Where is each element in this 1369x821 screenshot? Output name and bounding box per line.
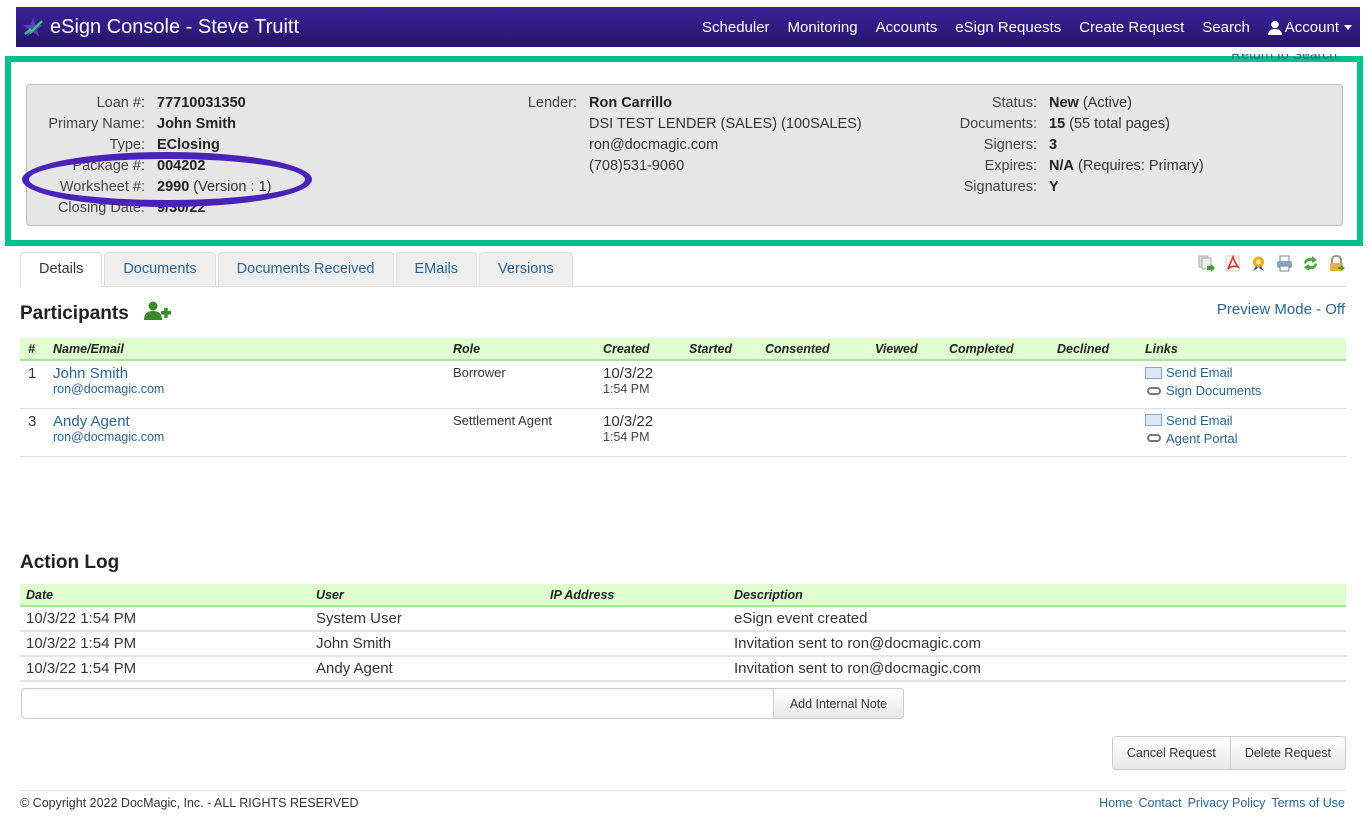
action-log-header-row: Date User IP Address Description (20, 584, 1346, 607)
info-row-status: Status: New (Active) (991, 95, 1132, 111)
sign-documents-link[interactable]: Sign Documents (1145, 383, 1338, 398)
caret-down-icon (1344, 24, 1352, 30)
cancel-request-button[interactable]: Cancel Request (1111, 736, 1231, 770)
participant-role: Borrower (445, 360, 595, 409)
print-icon[interactable] (1276, 255, 1293, 272)
refresh-icon[interactable] (1302, 255, 1319, 272)
account-dropdown[interactable]: Account (1267, 18, 1352, 36)
nav-accounts[interactable]: Accounts (876, 19, 938, 36)
action-log-row: 10/3/22 1:54 PM Andy Agent Invitation se… (20, 656, 1346, 682)
footer-link-privacy[interactable]: Privacy Policy (1188, 796, 1266, 810)
envelope-icon (1145, 366, 1162, 379)
pdf-icon[interactable] (1224, 254, 1241, 272)
envelope-icon (1145, 414, 1162, 426)
return-to-search-link[interactable]: Return to Search (1231, 54, 1337, 66)
nav-esign-requests[interactable]: eSign Requests (955, 19, 1061, 36)
action-log-heading: Action Log (20, 552, 120, 573)
request-actions: Cancel Request Delete Request (1111, 736, 1346, 770)
export-documents-icon[interactable] (1198, 255, 1215, 272)
footer-divider (20, 790, 1346, 791)
nav-monitoring[interactable]: Monitoring (788, 19, 858, 36)
preview-mode-toggle[interactable]: Preview Mode - Off (1217, 301, 1345, 318)
participants-header-row: # Name/Email Role Created Started Consen… (20, 338, 1346, 361)
participant-email: ron@docmagic.com (53, 429, 165, 444)
loan-info-right: Status: New (Active) Documents: 15 (55 tot… (907, 93, 1204, 198)
internal-note-group: Add Internal Note (21, 688, 904, 719)
tab-versions[interactable]: Versions (479, 252, 573, 286)
footer-links: Home Contact Privacy Policy Terms of Use (1099, 796, 1345, 810)
link-icon (1147, 386, 1161, 395)
account-label: Account (1284, 18, 1339, 36)
agent-portal-link[interactable]: Agent Portal (1145, 431, 1338, 446)
participant-row: 1 John Smith ron@docmagic.com Borrower 10… (20, 360, 1346, 409)
app-title: eSign Console - Steve Truitt (50, 15, 300, 38)
brand[interactable]: eSign Console - Steve Truitt (22, 16, 299, 39)
info-row-primary-name: Primary Name: John Smith (48, 116, 236, 132)
tab-bar: Details Documents Documents Received EMa… (20, 252, 1346, 287)
certificate-icon[interactable] (1250, 255, 1267, 272)
tab-details[interactable]: Details (20, 252, 103, 287)
lender-info: Lender: Ron Carrillo DSI TEST LENDER (SAL… (467, 93, 862, 177)
lender-name: Ron Carrillo (589, 95, 672, 111)
footer-link-contact[interactable]: Contact (1138, 796, 1181, 810)
internal-note-input[interactable] (21, 688, 774, 719)
tab-documents[interactable]: Documents (104, 252, 216, 286)
participants-table: # Name/Email Role Created Started Consen… (20, 338, 1346, 457)
tab-emails[interactable]: EMails (395, 252, 478, 286)
add-participant-icon[interactable] (144, 301, 172, 321)
participants-heading: Participants (20, 301, 172, 325)
info-row-signatures: Signatures: Y (963, 179, 1059, 195)
toolbar-icons (1198, 254, 1345, 272)
footer-link-home[interactable]: Home (1099, 796, 1132, 810)
annotation-ellipse (22, 152, 312, 207)
action-log-row: 10/3/22 1:54 PM John Smith Invitation se… (20, 631, 1346, 657)
info-row-documents: Documents: 15 (55 total pages) (959, 116, 1170, 132)
esign-logo-icon (23, 18, 43, 37)
nav-create-request[interactable]: Create Request (1079, 19, 1184, 36)
action-log-row: 10/3/22 1:54 PM System User eSign event … (20, 606, 1346, 632)
user-icon (1267, 20, 1282, 35)
action-log-table: Date User IP Address Description 10/3/22… (20, 584, 1346, 682)
nav-scheduler[interactable]: Scheduler (702, 19, 770, 36)
info-row-signers: Signers: 3 (983, 137, 1058, 153)
tab-documents-received[interactable]: Documents Received (217, 252, 394, 286)
send-email-link[interactable]: Send Email (1145, 365, 1338, 380)
highlight-frame: Return to Search Loan #: 77710031350 Prim… (5, 54, 1363, 246)
unlock-icon[interactable] (1328, 254, 1345, 272)
participant-email: ron@docmagic.com (53, 382, 165, 396)
info-row-expires: Expires: N/A (Requires: Primary) (984, 158, 1204, 174)
lender-company: DSI TEST LENDER (SALES) (100SALES) (589, 116, 862, 132)
participant-row: 3 Andy Agent ron@docmagic.com Settlement … (20, 408, 1346, 457)
lender-email: ron@docmagic.com (589, 137, 719, 153)
add-internal-note-button[interactable]: Add Internal Note (774, 688, 904, 719)
participant-role: Settlement Agent (445, 408, 595, 457)
copyright-text: © Copyright 2022 DocMagic, Inc. - ALL RI… (20, 796, 359, 810)
participant-name-link[interactable]: Andy Agent (53, 413, 437, 430)
lender-label: Lender: (527, 95, 577, 111)
send-email-link[interactable]: Send Email (1145, 413, 1338, 428)
delete-request-button[interactable]: Delete Request (1230, 736, 1346, 770)
participant-name-link[interactable]: John Smith (53, 365, 437, 382)
link-icon (1147, 434, 1161, 442)
top-navbar: eSign Console - Steve Truitt Scheduler M… (16, 7, 1360, 47)
footer-link-terms[interactable]: Terms of Use (1271, 796, 1345, 810)
lender-phone: (708)531-9060 (589, 158, 685, 174)
nav-search[interactable]: Search (1202, 19, 1250, 36)
info-row-loan: Loan #: 77710031350 (96, 95, 246, 111)
